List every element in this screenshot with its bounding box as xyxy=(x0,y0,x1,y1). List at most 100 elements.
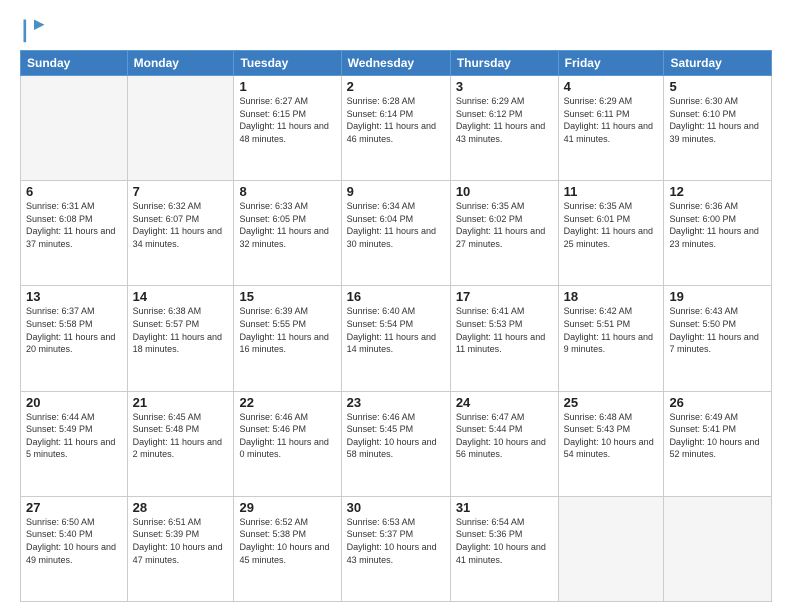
day-number: 4 xyxy=(564,79,659,94)
week-row-4: 20Sunrise: 6:44 AM Sunset: 5:49 PM Dayli… xyxy=(21,391,772,496)
day-cell: 30Sunrise: 6:53 AM Sunset: 5:37 PM Dayli… xyxy=(341,496,450,601)
day-number: 20 xyxy=(26,395,122,410)
day-number: 2 xyxy=(347,79,445,94)
day-cell: 21Sunrise: 6:45 AM Sunset: 5:48 PM Dayli… xyxy=(127,391,234,496)
day-number: 28 xyxy=(133,500,229,515)
weekday-sunday: Sunday xyxy=(21,51,128,76)
day-info: Sunrise: 6:32 AM Sunset: 6:07 PM Dayligh… xyxy=(133,200,229,250)
day-info: Sunrise: 6:48 AM Sunset: 5:43 PM Dayligh… xyxy=(564,411,659,461)
day-number: 15 xyxy=(239,289,335,304)
day-cell: 1Sunrise: 6:27 AM Sunset: 6:15 PM Daylig… xyxy=(234,76,341,181)
day-cell: 26Sunrise: 6:49 AM Sunset: 5:41 PM Dayli… xyxy=(664,391,772,496)
week-row-5: 27Sunrise: 6:50 AM Sunset: 5:40 PM Dayli… xyxy=(21,496,772,601)
day-number: 30 xyxy=(347,500,445,515)
day-cell xyxy=(127,76,234,181)
day-info: Sunrise: 6:46 AM Sunset: 5:45 PM Dayligh… xyxy=(347,411,445,461)
day-number: 29 xyxy=(239,500,335,515)
day-info: Sunrise: 6:41 AM Sunset: 5:53 PM Dayligh… xyxy=(456,305,553,355)
day-cell: 25Sunrise: 6:48 AM Sunset: 5:43 PM Dayli… xyxy=(558,391,664,496)
day-number: 6 xyxy=(26,184,122,199)
day-info: Sunrise: 6:53 AM Sunset: 5:37 PM Dayligh… xyxy=(347,516,445,566)
weekday-wednesday: Wednesday xyxy=(341,51,450,76)
week-row-3: 13Sunrise: 6:37 AM Sunset: 5:58 PM Dayli… xyxy=(21,286,772,391)
logo xyxy=(20,16,52,44)
logo-icon xyxy=(20,16,48,44)
day-info: Sunrise: 6:39 AM Sunset: 5:55 PM Dayligh… xyxy=(239,305,335,355)
calendar-body: 1Sunrise: 6:27 AM Sunset: 6:15 PM Daylig… xyxy=(21,76,772,602)
day-cell xyxy=(664,496,772,601)
day-info: Sunrise: 6:37 AM Sunset: 5:58 PM Dayligh… xyxy=(26,305,122,355)
day-number: 16 xyxy=(347,289,445,304)
day-info: Sunrise: 6:31 AM Sunset: 6:08 PM Dayligh… xyxy=(26,200,122,250)
day-info: Sunrise: 6:42 AM Sunset: 5:51 PM Dayligh… xyxy=(564,305,659,355)
day-info: Sunrise: 6:33 AM Sunset: 6:05 PM Dayligh… xyxy=(239,200,335,250)
day-info: Sunrise: 6:35 AM Sunset: 6:02 PM Dayligh… xyxy=(456,200,553,250)
day-cell: 24Sunrise: 6:47 AM Sunset: 5:44 PM Dayli… xyxy=(450,391,558,496)
day-cell: 4Sunrise: 6:29 AM Sunset: 6:11 PM Daylig… xyxy=(558,76,664,181)
weekday-monday: Monday xyxy=(127,51,234,76)
day-number: 22 xyxy=(239,395,335,410)
day-cell xyxy=(558,496,664,601)
day-cell: 8Sunrise: 6:33 AM Sunset: 6:05 PM Daylig… xyxy=(234,181,341,286)
week-row-1: 1Sunrise: 6:27 AM Sunset: 6:15 PM Daylig… xyxy=(21,76,772,181)
weekday-saturday: Saturday xyxy=(664,51,772,76)
day-cell: 12Sunrise: 6:36 AM Sunset: 6:00 PM Dayli… xyxy=(664,181,772,286)
day-cell: 17Sunrise: 6:41 AM Sunset: 5:53 PM Dayli… xyxy=(450,286,558,391)
day-info: Sunrise: 6:47 AM Sunset: 5:44 PM Dayligh… xyxy=(456,411,553,461)
day-number: 1 xyxy=(239,79,335,94)
day-cell xyxy=(21,76,128,181)
day-cell: 18Sunrise: 6:42 AM Sunset: 5:51 PM Dayli… xyxy=(558,286,664,391)
day-number: 25 xyxy=(564,395,659,410)
day-number: 5 xyxy=(669,79,766,94)
day-number: 27 xyxy=(26,500,122,515)
calendar: SundayMondayTuesdayWednesdayThursdayFrid… xyxy=(20,50,772,602)
day-cell: 28Sunrise: 6:51 AM Sunset: 5:39 PM Dayli… xyxy=(127,496,234,601)
day-info: Sunrise: 6:28 AM Sunset: 6:14 PM Dayligh… xyxy=(347,95,445,145)
day-info: Sunrise: 6:36 AM Sunset: 6:00 PM Dayligh… xyxy=(669,200,766,250)
day-cell: 14Sunrise: 6:38 AM Sunset: 5:57 PM Dayli… xyxy=(127,286,234,391)
day-info: Sunrise: 6:51 AM Sunset: 5:39 PM Dayligh… xyxy=(133,516,229,566)
day-info: Sunrise: 6:52 AM Sunset: 5:38 PM Dayligh… xyxy=(239,516,335,566)
day-info: Sunrise: 6:43 AM Sunset: 5:50 PM Dayligh… xyxy=(669,305,766,355)
day-number: 7 xyxy=(133,184,229,199)
day-number: 26 xyxy=(669,395,766,410)
day-cell: 22Sunrise: 6:46 AM Sunset: 5:46 PM Dayli… xyxy=(234,391,341,496)
day-info: Sunrise: 6:54 AM Sunset: 5:36 PM Dayligh… xyxy=(456,516,553,566)
weekday-header-row: SundayMondayTuesdayWednesdayThursdayFrid… xyxy=(21,51,772,76)
day-info: Sunrise: 6:29 AM Sunset: 6:11 PM Dayligh… xyxy=(564,95,659,145)
day-number: 31 xyxy=(456,500,553,515)
day-cell: 20Sunrise: 6:44 AM Sunset: 5:49 PM Dayli… xyxy=(21,391,128,496)
day-number: 18 xyxy=(564,289,659,304)
day-cell: 9Sunrise: 6:34 AM Sunset: 6:04 PM Daylig… xyxy=(341,181,450,286)
weekday-friday: Friday xyxy=(558,51,664,76)
day-cell: 29Sunrise: 6:52 AM Sunset: 5:38 PM Dayli… xyxy=(234,496,341,601)
header xyxy=(20,16,772,44)
day-number: 23 xyxy=(347,395,445,410)
day-cell: 23Sunrise: 6:46 AM Sunset: 5:45 PM Dayli… xyxy=(341,391,450,496)
day-cell: 16Sunrise: 6:40 AM Sunset: 5:54 PM Dayli… xyxy=(341,286,450,391)
page: SundayMondayTuesdayWednesdayThursdayFrid… xyxy=(0,0,792,612)
day-cell: 7Sunrise: 6:32 AM Sunset: 6:07 PM Daylig… xyxy=(127,181,234,286)
day-cell: 13Sunrise: 6:37 AM Sunset: 5:58 PM Dayli… xyxy=(21,286,128,391)
day-cell: 19Sunrise: 6:43 AM Sunset: 5:50 PM Dayli… xyxy=(664,286,772,391)
day-info: Sunrise: 6:35 AM Sunset: 6:01 PM Dayligh… xyxy=(564,200,659,250)
day-cell: 5Sunrise: 6:30 AM Sunset: 6:10 PM Daylig… xyxy=(664,76,772,181)
day-number: 19 xyxy=(669,289,766,304)
day-cell: 3Sunrise: 6:29 AM Sunset: 6:12 PM Daylig… xyxy=(450,76,558,181)
day-info: Sunrise: 6:30 AM Sunset: 6:10 PM Dayligh… xyxy=(669,95,766,145)
day-info: Sunrise: 6:27 AM Sunset: 6:15 PM Dayligh… xyxy=(239,95,335,145)
day-info: Sunrise: 6:46 AM Sunset: 5:46 PM Dayligh… xyxy=(239,411,335,461)
day-info: Sunrise: 6:45 AM Sunset: 5:48 PM Dayligh… xyxy=(133,411,229,461)
day-info: Sunrise: 6:40 AM Sunset: 5:54 PM Dayligh… xyxy=(347,305,445,355)
day-info: Sunrise: 6:34 AM Sunset: 6:04 PM Dayligh… xyxy=(347,200,445,250)
day-number: 8 xyxy=(239,184,335,199)
day-cell: 2Sunrise: 6:28 AM Sunset: 6:14 PM Daylig… xyxy=(341,76,450,181)
day-number: 3 xyxy=(456,79,553,94)
day-cell: 6Sunrise: 6:31 AM Sunset: 6:08 PM Daylig… xyxy=(21,181,128,286)
day-info: Sunrise: 6:44 AM Sunset: 5:49 PM Dayligh… xyxy=(26,411,122,461)
day-number: 13 xyxy=(26,289,122,304)
weekday-tuesday: Tuesday xyxy=(234,51,341,76)
day-cell: 31Sunrise: 6:54 AM Sunset: 5:36 PM Dayli… xyxy=(450,496,558,601)
day-number: 11 xyxy=(564,184,659,199)
day-number: 14 xyxy=(133,289,229,304)
